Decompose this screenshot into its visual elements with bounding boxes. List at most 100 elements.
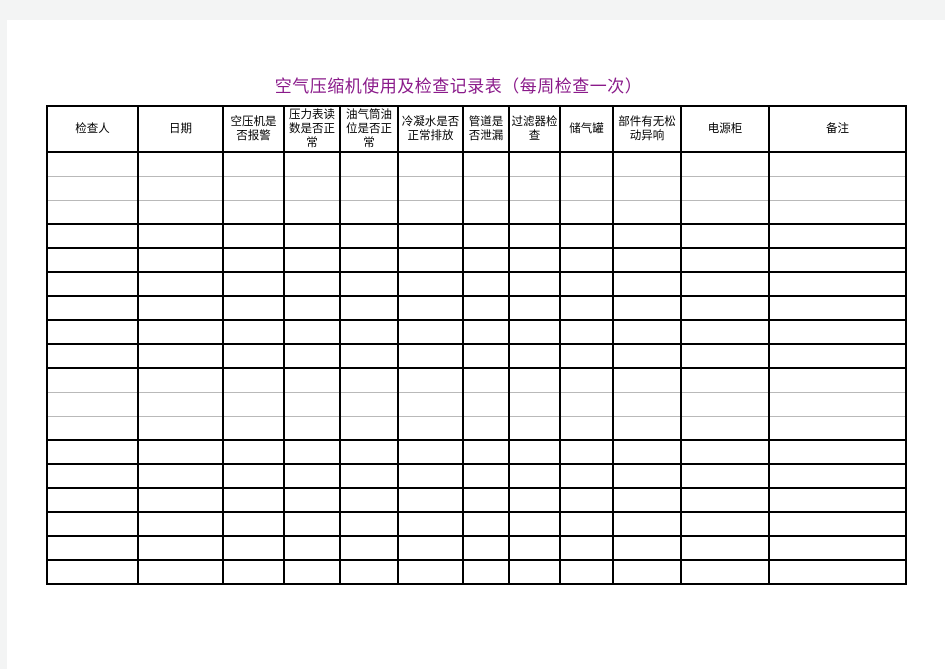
cell-power_cabinet[interactable]: [680, 487, 770, 513]
cell-condensate[interactable]: [397, 463, 464, 489]
cell-date[interactable]: [137, 439, 224, 465]
cell-loose_parts[interactable]: [612, 463, 682, 489]
cell-gauge_reading[interactable]: [283, 559, 341, 585]
cell-loose_parts[interactable]: [612, 343, 682, 369]
cell-date[interactable]: [137, 367, 224, 393]
cell-gauge_reading[interactable]: [283, 415, 341, 441]
cell-gauge_reading[interactable]: [283, 319, 341, 345]
cell-compressor_alarm[interactable]: [222, 199, 285, 225]
cell-filter_check[interactable]: [508, 439, 561, 465]
cell-power_cabinet[interactable]: [680, 247, 770, 273]
cell-date[interactable]: [137, 391, 224, 417]
cell-pipe_leak[interactable]: [462, 415, 510, 441]
cell-compressor_alarm[interactable]: [222, 295, 285, 321]
cell-filter_check[interactable]: [508, 367, 561, 393]
cell-loose_parts[interactable]: [612, 295, 682, 321]
cell-pipe_leak[interactable]: [462, 511, 510, 537]
cell-inspector[interactable]: [46, 463, 139, 489]
cell-remarks[interactable]: [768, 271, 907, 297]
cell-condensate[interactable]: [397, 415, 464, 441]
cell-oil_level[interactable]: [339, 535, 399, 561]
cell-compressor_alarm[interactable]: [222, 319, 285, 345]
cell-power_cabinet[interactable]: [680, 559, 770, 585]
cell-air_tank[interactable]: [559, 415, 614, 441]
cell-air_tank[interactable]: [559, 295, 614, 321]
cell-date[interactable]: [137, 535, 224, 561]
cell-loose_parts[interactable]: [612, 247, 682, 273]
cell-loose_parts[interactable]: [612, 559, 682, 585]
cell-filter_check[interactable]: [508, 247, 561, 273]
cell-gauge_reading[interactable]: [283, 535, 341, 561]
cell-power_cabinet[interactable]: [680, 175, 770, 201]
cell-power_cabinet[interactable]: [680, 271, 770, 297]
cell-pipe_leak[interactable]: [462, 535, 510, 561]
cell-air_tank[interactable]: [559, 271, 614, 297]
cell-pipe_leak[interactable]: [462, 319, 510, 345]
cell-oil_level[interactable]: [339, 223, 399, 249]
cell-oil_level[interactable]: [339, 151, 399, 177]
cell-gauge_reading[interactable]: [283, 295, 341, 321]
cell-pipe_leak[interactable]: [462, 487, 510, 513]
cell-gauge_reading[interactable]: [283, 463, 341, 489]
cell-remarks[interactable]: [768, 367, 907, 393]
cell-condensate[interactable]: [397, 199, 464, 225]
cell-date[interactable]: [137, 319, 224, 345]
cell-remarks[interactable]: [768, 343, 907, 369]
cell-oil_level[interactable]: [339, 559, 399, 585]
cell-remarks[interactable]: [768, 439, 907, 465]
cell-filter_check[interactable]: [508, 487, 561, 513]
cell-air_tank[interactable]: [559, 487, 614, 513]
cell-pipe_leak[interactable]: [462, 463, 510, 489]
cell-loose_parts[interactable]: [612, 415, 682, 441]
cell-remarks[interactable]: [768, 511, 907, 537]
cell-oil_level[interactable]: [339, 247, 399, 273]
cell-filter_check[interactable]: [508, 559, 561, 585]
cell-pipe_leak[interactable]: [462, 247, 510, 273]
cell-oil_level[interactable]: [339, 295, 399, 321]
cell-inspector[interactable]: [46, 391, 139, 417]
cell-inspector[interactable]: [46, 247, 139, 273]
cell-gauge_reading[interactable]: [283, 391, 341, 417]
cell-oil_level[interactable]: [339, 367, 399, 393]
cell-pipe_leak[interactable]: [462, 175, 510, 201]
cell-filter_check[interactable]: [508, 151, 561, 177]
cell-compressor_alarm[interactable]: [222, 175, 285, 201]
cell-air_tank[interactable]: [559, 559, 614, 585]
cell-air_tank[interactable]: [559, 511, 614, 537]
cell-date[interactable]: [137, 223, 224, 249]
cell-compressor_alarm[interactable]: [222, 559, 285, 585]
cell-date[interactable]: [137, 271, 224, 297]
cell-inspector[interactable]: [46, 319, 139, 345]
cell-date[interactable]: [137, 463, 224, 489]
cell-compressor_alarm[interactable]: [222, 343, 285, 369]
cell-remarks[interactable]: [768, 247, 907, 273]
cell-gauge_reading[interactable]: [283, 199, 341, 225]
cell-oil_level[interactable]: [339, 391, 399, 417]
cell-air_tank[interactable]: [559, 223, 614, 249]
cell-condensate[interactable]: [397, 151, 464, 177]
cell-air_tank[interactable]: [559, 463, 614, 489]
cell-compressor_alarm[interactable]: [222, 463, 285, 489]
cell-loose_parts[interactable]: [612, 535, 682, 561]
cell-gauge_reading[interactable]: [283, 151, 341, 177]
cell-power_cabinet[interactable]: [680, 415, 770, 441]
cell-oil_level[interactable]: [339, 319, 399, 345]
cell-condensate[interactable]: [397, 367, 464, 393]
cell-loose_parts[interactable]: [612, 319, 682, 345]
cell-condensate[interactable]: [397, 319, 464, 345]
cell-filter_check[interactable]: [508, 199, 561, 225]
cell-loose_parts[interactable]: [612, 511, 682, 537]
cell-compressor_alarm[interactable]: [222, 223, 285, 249]
cell-filter_check[interactable]: [508, 175, 561, 201]
cell-compressor_alarm[interactable]: [222, 487, 285, 513]
cell-power_cabinet[interactable]: [680, 151, 770, 177]
cell-condensate[interactable]: [397, 223, 464, 249]
cell-condensate[interactable]: [397, 295, 464, 321]
cell-gauge_reading[interactable]: [283, 175, 341, 201]
cell-air_tank[interactable]: [559, 319, 614, 345]
cell-oil_level[interactable]: [339, 511, 399, 537]
cell-gauge_reading[interactable]: [283, 487, 341, 513]
cell-filter_check[interactable]: [508, 271, 561, 297]
cell-inspector[interactable]: [46, 535, 139, 561]
cell-pipe_leak[interactable]: [462, 151, 510, 177]
